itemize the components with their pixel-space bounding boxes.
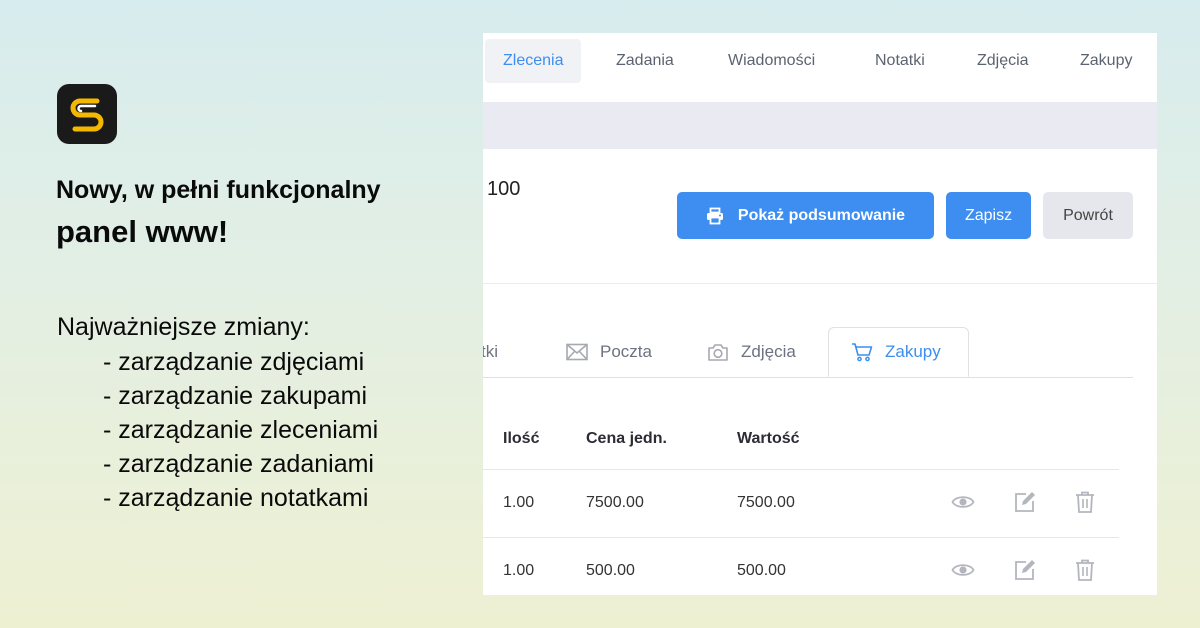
trash-icon[interactable] (1073, 558, 1097, 582)
nav-tab-zadania[interactable]: Zadania (616, 39, 674, 83)
edit-icon[interactable] (1013, 490, 1037, 514)
subtab-notatki-partial[interactable]: tki (483, 327, 498, 377)
subtab-label: Poczta (600, 342, 652, 361)
app-logo (57, 84, 117, 144)
edit-icon[interactable] (1013, 558, 1037, 582)
camera-icon (707, 343, 729, 362)
cell-value: 500.00 (737, 562, 786, 579)
table-row: 1.00 7500.00 7500.00 (483, 469, 1119, 538)
cell-unit-price: 7500.00 (586, 494, 644, 511)
subtab-label: Zdjęcia (741, 342, 796, 361)
nav-tab-zakupy[interactable]: Zakupy (1080, 39, 1132, 83)
column-header-unit-price: Cena jedn. (586, 430, 667, 447)
sub-header-bar (483, 102, 1157, 149)
trash-icon[interactable] (1073, 490, 1097, 514)
subtab-poczta[interactable]: Poczta (566, 327, 652, 377)
changes-title: Najważniejsze zmiany: (57, 313, 310, 341)
show-summary-button[interactable]: Pokaż podsumowanie (677, 192, 934, 239)
changes-list: - zarządzanie zdjęciami - zarządzanie za… (103, 345, 378, 515)
cell-qty: 1.00 (503, 494, 535, 511)
subtab-zdjecia[interactable]: Zdjęcia (707, 327, 796, 377)
logo-s-icon (70, 98, 104, 132)
eye-icon[interactable] (951, 558, 975, 582)
cell-value: 7500.00 (737, 494, 795, 511)
eye-icon[interactable] (951, 490, 975, 514)
change-item: - zarządzanie zleceniami (103, 416, 379, 444)
nav-tab-zdjecia[interactable]: Zdjęcia (977, 39, 1029, 83)
printer-icon (706, 207, 724, 225)
change-item: - zarządzanie notatkami (103, 484, 369, 512)
table-row: 1.00 500.00 500.00 (483, 537, 1119, 595)
web-panel-screenshot: Zlecenia Zadania Wiadomości Notatki Zdję… (483, 33, 1157, 595)
order-id-fragment: 100 (487, 178, 521, 200)
column-header-value: Wartość (737, 430, 800, 447)
back-button[interactable]: Powrót (1043, 192, 1133, 239)
change-item: - zarządzanie zdjęciami (103, 348, 365, 376)
promo-headline-line1: Nowy, w pełni funkcjonalny (56, 176, 381, 204)
save-button[interactable]: Zapisz (946, 192, 1031, 239)
cell-qty: 1.00 (503, 562, 535, 579)
detail-tabs: tki Poczta Zdjęcia Zakupy (483, 327, 1133, 378)
column-header-qty: Ilość (503, 430, 540, 447)
mail-icon (566, 343, 588, 361)
change-item: - zarządzanie zakupami (103, 382, 368, 410)
subtab-zakupy[interactable]: Zakupy (828, 327, 969, 377)
cart-icon (851, 342, 873, 362)
subtab-label: tki (483, 342, 498, 361)
section-divider (483, 283, 1157, 284)
top-navigation: Zlecenia Zadania Wiadomości Notatki Zdję… (483, 33, 1157, 101)
promo-headline-line2: panel www! (56, 214, 229, 249)
nav-tab-wiadomosci[interactable]: Wiadomości (728, 39, 815, 83)
cell-unit-price: 500.00 (586, 562, 635, 579)
subtab-label: Zakupy (885, 342, 941, 361)
change-item: - zarządzanie zadaniami (103, 450, 374, 478)
nav-tab-notatki[interactable]: Notatki (875, 39, 925, 83)
show-summary-label: Pokaż podsumowanie (737, 206, 906, 224)
nav-tab-zlecenia[interactable]: Zlecenia (485, 39, 582, 83)
